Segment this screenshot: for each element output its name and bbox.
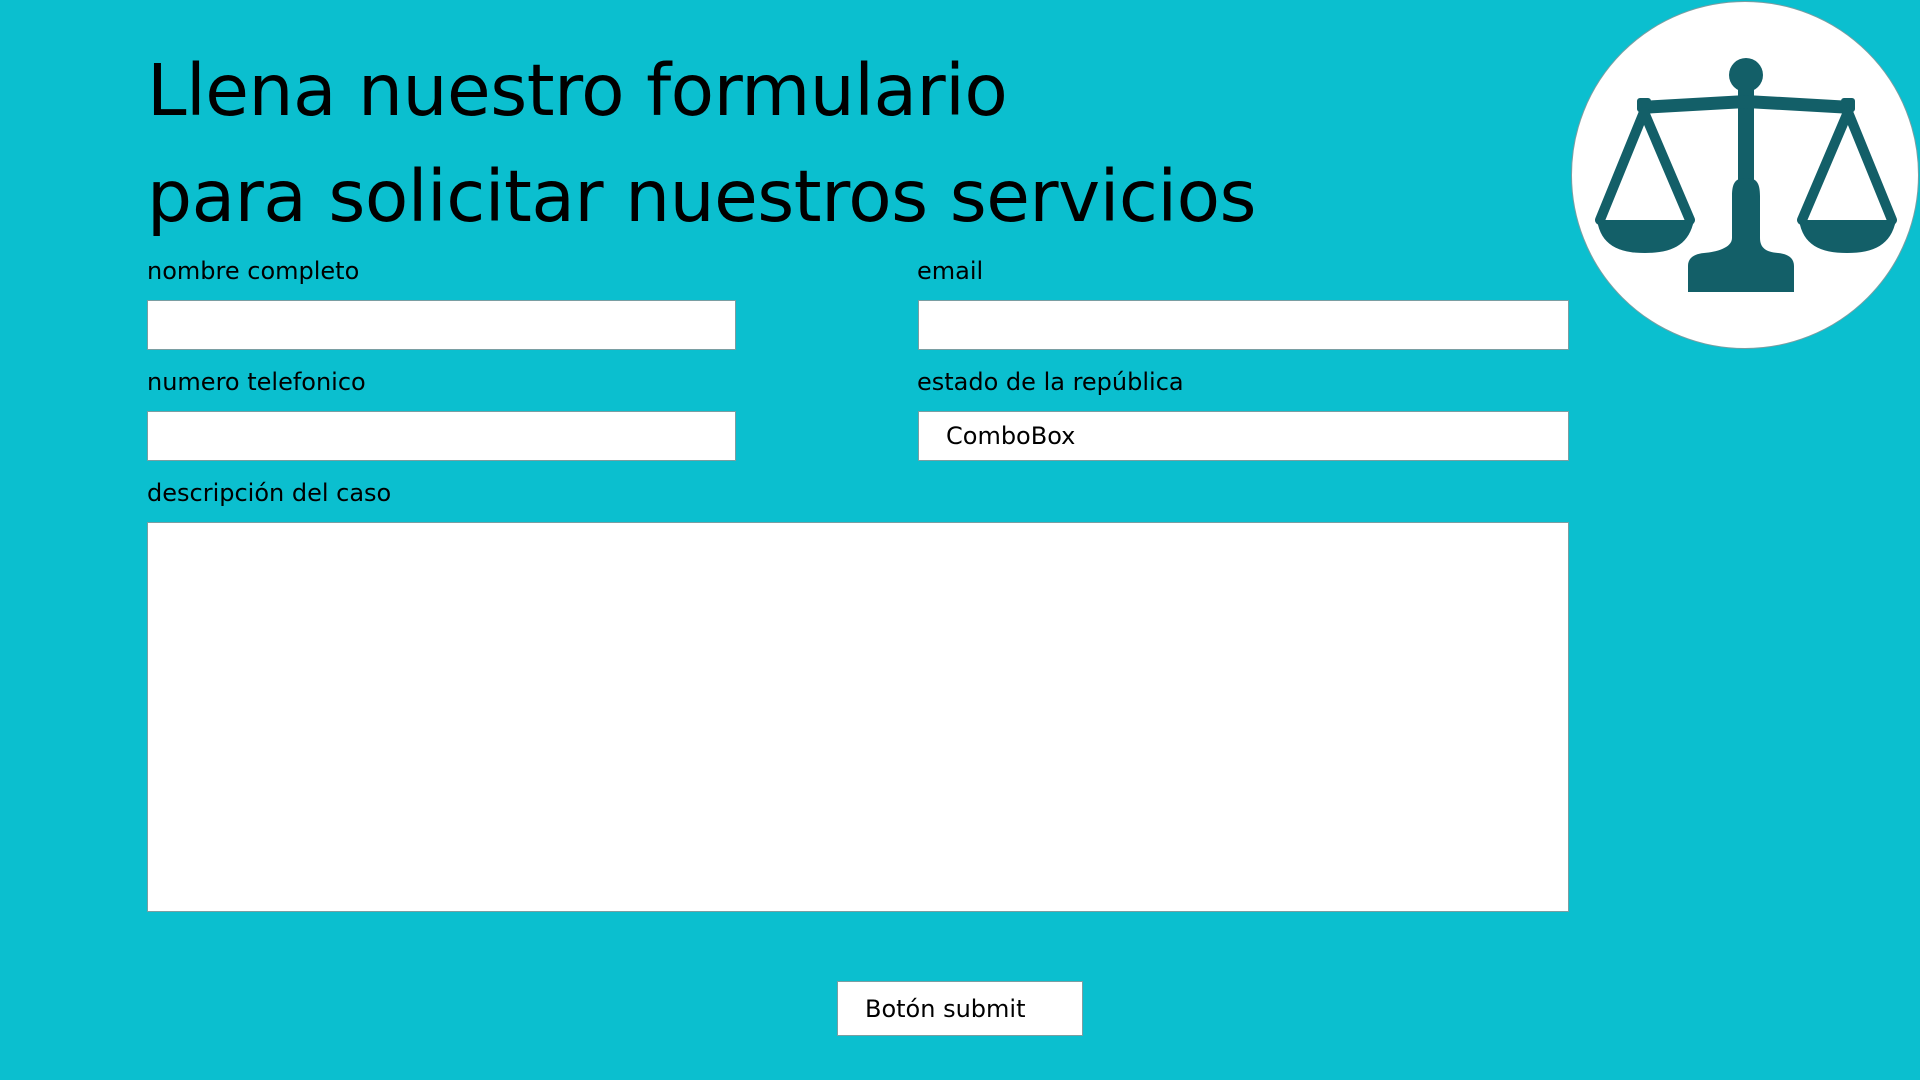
- description-label: descripción del caso: [147, 479, 392, 507]
- submit-button[interactable]: Botón submit: [837, 981, 1083, 1036]
- email-label: email: [917, 257, 984, 285]
- state-label: estado de la república: [917, 368, 1184, 396]
- page-title-line-2: para solicitar nuestros servicios: [147, 155, 1257, 238]
- phone-input[interactable]: [147, 411, 736, 461]
- email-input[interactable]: [918, 300, 1569, 350]
- page-title-line-1: Llena nuestro formulario: [147, 49, 1008, 132]
- state-combobox[interactable]: ComboBox: [918, 411, 1569, 461]
- phone-label: numero telefonico: [147, 368, 366, 396]
- page-title: Llena nuestro formulario para solicitar …: [147, 38, 1257, 250]
- scales-of-justice-icon: [1595, 58, 1897, 292]
- state-combobox-value: ComboBox: [946, 422, 1076, 450]
- name-label: nombre completo: [147, 257, 360, 285]
- description-textarea[interactable]: [147, 522, 1569, 912]
- name-input[interactable]: [147, 300, 736, 350]
- logo: [1571, 1, 1919, 349]
